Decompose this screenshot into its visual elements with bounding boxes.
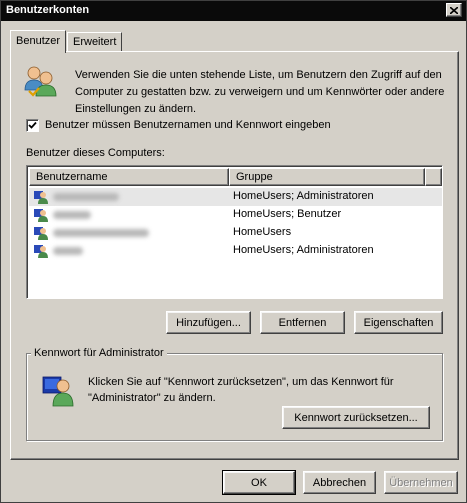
reset-password-button[interactable]: Kennwort zurücksetzen...	[282, 406, 430, 429]
admin-password-text: Klicken Sie auf "Kennwort zurücksetzen",…	[88, 376, 394, 404]
column-header-group[interactable]: Gruppe	[229, 168, 425, 186]
properties-button[interactable]: Eigenschaften	[354, 311, 443, 334]
window-title: Benutzerkonten	[6, 4, 90, 16]
tab-label: Erweitert	[73, 36, 117, 48]
users-list[interactable]: Benutzername Gruppe HomeUsers; Administr…	[26, 165, 443, 299]
user-group: HomeUsers; Benutzer	[233, 208, 342, 220]
list-header: Benutzername Gruppe	[29, 168, 442, 186]
require-login-label[interactable]: Benutzer müssen Benutzernamen und Kennwo…	[45, 119, 331, 131]
username-redacted	[53, 229, 149, 237]
user-group: HomeUsers; Administratoren	[233, 244, 374, 256]
close-icon	[450, 6, 458, 14]
title-bar: Benutzerkonten	[1, 1, 466, 21]
column-header-username[interactable]: Benutzername	[29, 168, 229, 186]
users-list-label: Benutzer dieses Computers:	[26, 147, 165, 159]
username-redacted	[53, 247, 83, 255]
tab-erweitert[interactable]: Erweitert	[67, 32, 123, 52]
intro-text: Verwenden Sie die unten stehende Liste, …	[75, 69, 445, 115]
user-accounts-dialog: Benutzerkonten Benutzer Erweitert Verwen…	[0, 0, 467, 503]
remove-user-button[interactable]: Entfernen	[260, 311, 345, 334]
table-row[interactable]: HomeUsers; Benutzer	[29, 206, 442, 224]
admin-user-icon	[34, 245, 48, 258]
admin-user-icon	[34, 191, 48, 204]
column-header-spacer	[425, 168, 442, 186]
cancel-button[interactable]: Abbrechen	[303, 471, 376, 494]
users-icon	[24, 66, 57, 97]
ok-button[interactable]: OK	[222, 470, 296, 495]
add-user-button[interactable]: Hinzufügen...	[166, 311, 251, 334]
user-group: HomeUsers	[233, 226, 292, 238]
username-redacted	[53, 211, 91, 219]
checkmark-icon	[28, 121, 37, 129]
table-row[interactable]: HomeUsers	[29, 224, 442, 242]
user-icon	[34, 227, 48, 240]
tab-benutzer[interactable]: Benutzer	[10, 30, 67, 53]
username-redacted	[53, 193, 119, 201]
user-icon	[34, 209, 48, 222]
close-button[interactable]	[446, 3, 462, 17]
apply-button[interactable]: Übernehmen	[384, 471, 458, 494]
admin-password-group-title: Kennwort für Administrator	[31, 347, 167, 359]
user-group: HomeUsers; Administratoren	[233, 190, 374, 202]
require-login-checkbox[interactable]	[26, 119, 39, 132]
tab-label: Benutzer	[16, 35, 61, 47]
user-icon	[42, 376, 74, 407]
table-row[interactable]: HomeUsers; Administratoren	[29, 188, 442, 206]
table-row[interactable]: HomeUsers; Administratoren	[29, 242, 442, 260]
